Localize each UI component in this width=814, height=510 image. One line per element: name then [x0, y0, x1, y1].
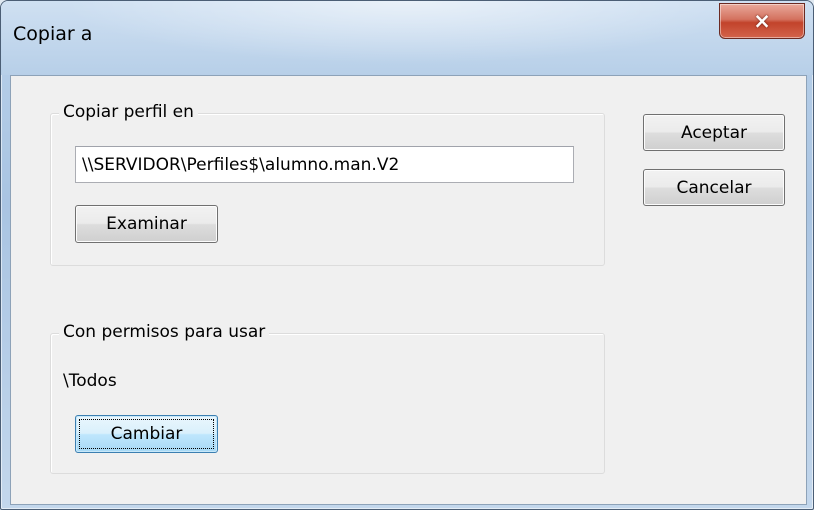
copy-profile-group: Copiar perfil en Examinar	[50, 102, 605, 266]
copy-profile-legend: Copiar perfil en	[59, 102, 198, 122]
close-icon: ×	[753, 8, 771, 33]
title-bar[interactable]: Copiar a ×	[1, 1, 813, 75]
change-button[interactable]: Cambiar	[75, 415, 218, 453]
permission-user: \Todos	[63, 371, 117, 391]
permissions-group: Con permisos para usar \Todos Cambiar	[50, 322, 605, 474]
dialog-body: Copiar perfil en Examinar Con permisos p…	[10, 75, 807, 505]
permissions-legend: Con permisos para usar	[59, 322, 270, 342]
ok-button[interactable]: Aceptar	[643, 114, 785, 151]
close-button[interactable]: ×	[719, 3, 805, 39]
browse-button[interactable]: Examinar	[75, 205, 218, 243]
copy-to-dialog: Copiar a × Copiar perfil en Examinar Con…	[0, 0, 814, 510]
change-button-label: Cambiar	[110, 424, 183, 444]
profile-path-input[interactable]	[75, 146, 574, 183]
cancel-button[interactable]: Cancelar	[643, 169, 785, 206]
window-title: Copiar a	[13, 23, 93, 45]
